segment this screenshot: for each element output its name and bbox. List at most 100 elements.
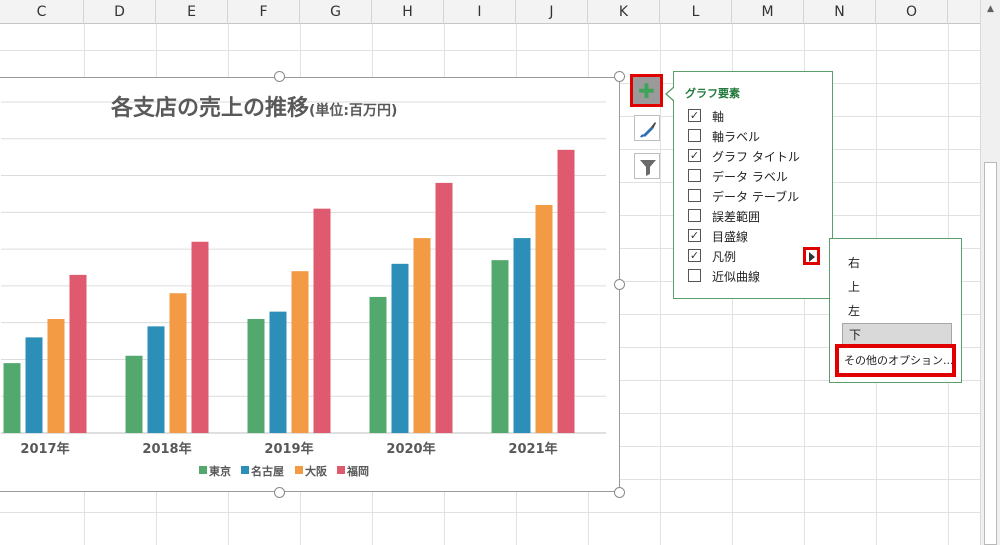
- checkbox[interactable]: ✓: [688, 109, 701, 122]
- column-header-g[interactable]: G: [300, 0, 372, 24]
- chart-bar[interactable]: [25, 337, 43, 433]
- chart-element-item[interactable]: データ テーブル: [688, 187, 828, 205]
- column-header-o[interactable]: O: [876, 0, 948, 24]
- checkbox[interactable]: [688, 209, 701, 222]
- chart-element-label: 誤差範囲: [712, 210, 761, 224]
- checkbox[interactable]: [688, 189, 701, 202]
- chart-bar[interactable]: [147, 326, 165, 433]
- chart-element-label: データ テーブル: [712, 190, 800, 204]
- chart-bar[interactable]: [413, 238, 431, 433]
- chart-elements-button[interactable]: ✚: [630, 74, 663, 107]
- checkbox[interactable]: [688, 169, 701, 182]
- chart-element-item[interactable]: ✓ 軸: [688, 107, 828, 125]
- column-header-m[interactable]: M: [732, 0, 804, 24]
- vertical-scrollbar[interactable]: ▲: [980, 0, 1000, 545]
- x-tick-label: 2021年: [508, 441, 557, 457]
- resize-handle-right[interactable]: [614, 279, 625, 290]
- chart-bar[interactable]: [47, 318, 65, 433]
- chart-title-unit: (単位:百万円): [309, 103, 398, 119]
- funnel-icon: [640, 160, 656, 176]
- triangle-right-icon: [809, 252, 815, 262]
- column-header-h[interactable]: H: [372, 0, 444, 24]
- legend-position-menu: 右 上 左 下 その他のオプション...: [829, 238, 962, 383]
- panel-title: グラフ要素: [685, 87, 740, 100]
- legend-swatch: [199, 466, 207, 474]
- menu-item-bottom[interactable]: 下: [842, 323, 952, 345]
- plus-icon: ✚: [638, 78, 655, 103]
- chart-element-label: 軸: [712, 110, 725, 124]
- chart-bar[interactable]: [191, 241, 209, 433]
- legend-label: 東京: [209, 464, 231, 478]
- scroll-up-icon[interactable]: ▲: [981, 0, 1000, 18]
- chart-bar[interactable]: [125, 355, 143, 433]
- chart-element-label: 目盛線: [712, 230, 749, 244]
- chart-element-item[interactable]: ✓ グラフ タイトル: [688, 147, 828, 165]
- chart-element-item[interactable]: 誤差範囲: [688, 207, 828, 225]
- column-header-j[interactable]: J: [516, 0, 588, 24]
- resize-handle-bottom-right[interactable]: [614, 487, 625, 498]
- chart-element-label: 凡例: [712, 250, 737, 264]
- chart-styles-button[interactable]: [634, 115, 660, 141]
- chart-bar[interactable]: [313, 208, 331, 433]
- column-header-l[interactable]: L: [660, 0, 732, 24]
- checkbox[interactable]: ✓: [688, 149, 701, 162]
- column-header-f[interactable]: F: [228, 0, 300, 24]
- legend-label: 福岡: [346, 464, 369, 478]
- brush-icon: [640, 122, 656, 138]
- chart-bar[interactable]: [557, 149, 575, 434]
- checkbox[interactable]: ✓: [688, 249, 701, 262]
- chart-element-item[interactable]: 近似曲線: [688, 267, 828, 285]
- legend-label: 大阪: [305, 464, 328, 478]
- checkbox[interactable]: [688, 269, 701, 282]
- chart-plot: 2017年 2018年 2019年 2020年 2021年東京 名古屋 大阪 福岡: [1, 101, 606, 478]
- column-header-e[interactable]: E: [156, 0, 228, 24]
- legend-label: 名古屋: [251, 464, 284, 478]
- checkbox[interactable]: [688, 129, 701, 142]
- column-header-n[interactable]: N: [804, 0, 876, 24]
- chart-bar[interactable]: [535, 204, 553, 433]
- chart-bar[interactable]: [369, 296, 387, 433]
- chart-bar[interactable]: [391, 263, 409, 433]
- resize-handle-top[interactable]: [274, 71, 285, 82]
- column-header-c[interactable]: C: [0, 0, 84, 24]
- chart-element-item[interactable]: ✓ 目盛線: [688, 227, 828, 245]
- column-header-i[interactable]: I: [444, 0, 516, 24]
- chart-bar[interactable]: [269, 311, 287, 433]
- checkbox[interactable]: ✓: [688, 229, 701, 242]
- menu-item-top[interactable]: 上: [842, 276, 952, 298]
- chart-title-text: 各支店の売上の推移: [111, 96, 310, 121]
- chart-bar[interactable]: [291, 271, 309, 433]
- chart-element-label: 軸ラベル: [712, 130, 761, 144]
- chart-element-item[interactable]: データ ラベル: [688, 167, 828, 185]
- chart-bar[interactable]: [69, 274, 87, 433]
- x-tick-label: 2019年: [264, 441, 313, 457]
- chart-area[interactable]: 2017年 2018年 2019年 2020年 2021年東京 名古屋 大阪 福岡 各支店の売…: [0, 77, 620, 492]
- resize-handle-top-right[interactable]: [614, 71, 625, 82]
- scroll-thumb[interactable]: [984, 162, 997, 545]
- chart-bar[interactable]: [491, 260, 509, 433]
- x-tick-label: 2020年: [386, 441, 435, 457]
- column-header-k[interactable]: K: [588, 0, 660, 24]
- legend-swatch: [295, 466, 303, 474]
- chart-bar[interactable]: [435, 182, 453, 433]
- chart-element-item[interactable]: 軸ラベル: [688, 127, 828, 145]
- menu-item-right[interactable]: 右: [842, 252, 952, 274]
- x-tick-label: 2017年: [20, 441, 69, 457]
- chart-bar[interactable]: [513, 238, 531, 433]
- chart-filter-button[interactable]: [634, 153, 660, 179]
- legend-swatch: [337, 466, 345, 474]
- chart-element-label: データ ラベル: [712, 170, 788, 184]
- legend-options-arrow[interactable]: [803, 247, 820, 265]
- chart-bar[interactable]: [169, 293, 187, 433]
- column-header-d[interactable]: D: [84, 0, 156, 24]
- x-tick-label: 2018年: [142, 441, 191, 457]
- chart-bar[interactable]: [3, 363, 21, 433]
- legend-swatch: [241, 466, 249, 474]
- menu-item-more-options[interactable]: その他のオプション...: [835, 344, 956, 377]
- menu-item-left[interactable]: 左: [842, 300, 952, 322]
- resize-handle-bottom[interactable]: [274, 487, 285, 498]
- chart-title[interactable]: 各支店の売上の推移(単位:百万円): [111, 90, 491, 122]
- chart-bar[interactable]: [247, 318, 265, 433]
- chart-element-label: 近似曲線: [712, 270, 761, 284]
- chart-element-label: グラフ タイトル: [712, 150, 800, 164]
